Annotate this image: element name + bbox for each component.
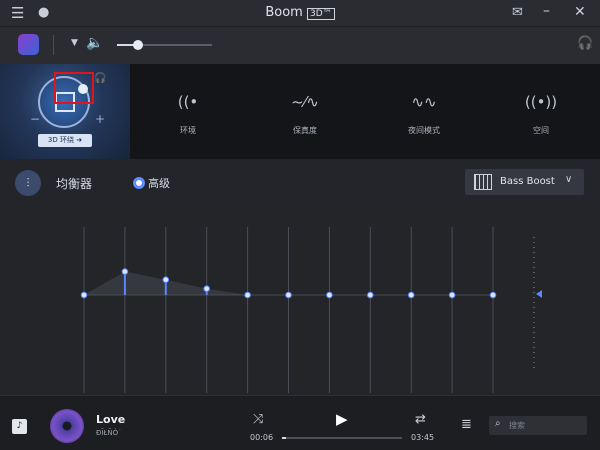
effect-ambience-label: 环境 [180,126,196,135]
effect-night-mode[interactable]: ∿∿ 夜间模式 [379,64,469,159]
elapsed-time: 00:06 [250,433,274,442]
search-icon: ⌕ [495,418,501,429]
surround-button[interactable]: 3D 环绕 ➜ [38,134,92,147]
toolbar-divider [53,35,54,55]
fidelity-icon: ~⁄∿ [291,93,319,111]
equalizer-graph[interactable] [0,205,600,395]
progress-bar[interactable] [282,437,402,439]
headphones-small-icon: 🎧 [94,73,107,84]
equalizer-toggle-icon[interactable]: ⫶ [15,170,41,196]
artist-name: ÐĪŁÑÒ˙ [96,429,122,437]
eq-band-handle[interactable] [80,291,88,299]
eq-band-handle[interactable] [489,291,497,299]
album-art[interactable] [50,409,84,443]
space-icon: ((•)) [524,93,558,111]
total-time: 03:45 [411,433,435,442]
advanced-label[interactable]: 高级 [148,175,170,191]
chevron-down-icon[interactable]: ▼ [71,39,78,48]
effect-night-mode-label: 夜间模式 [408,126,440,135]
effect-space-label: 空间 [533,126,549,135]
play-button[interactable]: ▶ [336,410,348,428]
equalizer-header: ⫶ 均衡器 高级 Bass Boost ∨ [0,160,600,205]
gain-meter-pointer[interactable] [536,290,542,298]
title-bar: ☰ ● Boom 3D™ ✉ – ✕ [0,0,600,26]
eq-band-handle[interactable] [367,291,374,299]
eq-band-handle[interactable] [162,276,170,283]
minimize-icon[interactable]: – [543,4,550,18]
preset-dropdown[interactable]: Bass Boost ∨ [465,169,584,195]
eq-band-handle[interactable] [326,291,333,299]
speaker-icon[interactable]: 🔈 [86,36,103,50]
progress-fill [282,437,286,439]
piano-keys-icon [474,174,492,190]
surround-knob[interactable] [78,84,88,94]
player-bar: ♪ Love ÐĪŁÑÒ˙ ⤨ ▶ ⇄ 00:06 03:45 ≣ ⌕ 搜索 [0,395,600,450]
headphones-icon[interactable]: 🎧 [577,37,593,50]
night-mode-icon: ∿∿ [411,93,437,111]
effect-space[interactable]: ((•)) 空间 [496,64,586,159]
close-icon[interactable]: ✕ [574,5,586,19]
3d-surround-card[interactable]: 🎧 − + 3D 环绕 ➜ [0,64,130,159]
equalizer-title: 均衡器 [56,177,93,191]
equalizer-area [0,205,600,395]
app-title: Boom 3D™ [0,5,600,20]
volume-slider-handle[interactable] [132,40,143,50]
eq-band-handle[interactable] [407,291,415,299]
search-input[interactable]: 搜索 [509,420,525,431]
eq-band-handle[interactable] [121,268,129,275]
preset-label: Bass Boost [500,176,555,187]
gain-meter[interactable] [533,237,535,369]
repeat-icon[interactable]: ⇄ [415,413,426,426]
boom-logo-icon[interactable] [18,34,39,55]
search-box[interactable]: ⌕ 搜索 [489,416,587,435]
advanced-radio[interactable] [133,177,145,189]
chevron-down-icon: ∨ [565,174,573,185]
effect-fidelity[interactable]: ~⁄∿ 保真度 [260,64,350,159]
surround-selection-box [54,72,94,104]
library-icon[interactable]: ♪ [12,419,27,434]
surround-minus[interactable]: − [30,112,40,126]
volume-slider[interactable] [117,40,212,50]
ambience-icon: ((• [177,93,199,111]
effect-ambience[interactable]: ((• 环境 [143,64,233,159]
toolbar: ▼ 🔈 🎧 [0,26,600,65]
eq-band-handle[interactable] [203,285,210,292]
eq-band-handle[interactable] [448,291,456,299]
notification-icon[interactable]: ✉ [512,6,523,19]
eq-band-handle[interactable] [285,291,292,299]
shuffle-icon[interactable]: ⤨ [253,413,263,426]
song-title: Love [96,413,126,426]
effect-fidelity-label: 保真度 [293,126,317,135]
surround-plus[interactable]: + [95,112,105,126]
playlist-icon[interactable]: ≣ [461,418,472,431]
eq-band-handle[interactable] [244,291,251,299]
